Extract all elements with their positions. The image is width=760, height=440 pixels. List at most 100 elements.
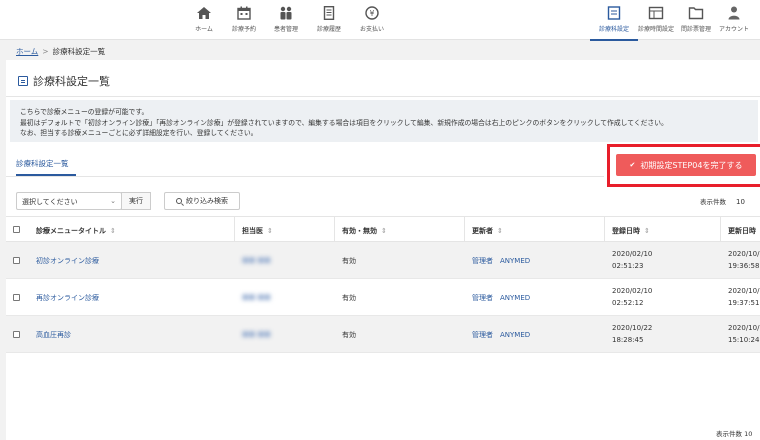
yen-coin-icon: ¥ [365,6,379,20]
sort-icon: ⇕ [110,227,116,235]
header-doctor[interactable]: 担当医 ⇕ [242,226,273,236]
top-navigation: ホーム 診療予約 患者管理 診療履歴 ¥ お支払い 診療科設定 診療時間設定 問… [0,0,760,41]
highlight-frame: ✔ 初期設定STEP04を完了する [607,144,760,187]
header-registered[interactable]: 登録日時 ⇕ [612,226,650,236]
column-divider [720,217,721,243]
updated-date: 2020/10/ [728,250,760,258]
sort-icon: ⇕ [267,227,273,235]
per-page-control: 表示件数 10 [700,196,745,206]
row-title-link[interactable]: 再診オンライン診療 [36,293,99,303]
updated-time: 19:37:51 [728,299,760,307]
run-button[interactable]: 実行 [121,192,151,210]
updater-link[interactable]: 管理者 ANYMED [472,256,530,266]
header-doctor-label: 担当医 [242,227,263,235]
updater-link[interactable]: 管理者 ANYMED [472,293,530,303]
doctor-name-redacted: ■■ ■■ [242,330,271,338]
folder-icon [688,7,704,20]
check-icon: ✔ [629,161,636,169]
column-divider [334,217,335,243]
table-row[interactable]: 再診オンライン診療 ■■ ■■ 有効 管理者 ANYMED 2020/02/10… [6,279,760,316]
registered-time: 02:51:23 [612,262,644,270]
table-row[interactable]: 初診オンライン診療 ■■ ■■ 有効 管理者 ANYMED 2020/02/10… [6,242,760,279]
bulk-action-select[interactable]: 選択してください ⌄ [16,192,122,210]
nav-payments-label: お支払い [359,26,384,33]
svg-text:¥: ¥ [370,9,375,18]
registered-date: 2020/10/22 [612,324,653,332]
row-checkbox[interactable] [13,331,20,338]
select-all-checkbox[interactable] [13,226,20,233]
registered-date: 2020/02/10 [612,250,653,258]
status-text: 有効 [342,331,356,339]
header-updater-label: 更新者 [472,227,493,235]
notice-line: こちらで診療メニューの登録が可能です。 [20,108,149,116]
header-status-label: 有効・無効 [342,227,377,235]
row-title-link[interactable]: 初診オンライン診療 [36,256,99,266]
search-icon [176,198,182,204]
row-checkbox[interactable] [13,294,20,301]
complete-step04-label: 初期設定STEP04を完了する [640,160,743,170]
doctor-name-redacted: ■■ ■■ [242,293,271,301]
status-text: 有効 [342,294,356,302]
list-icon [18,76,28,86]
notice-line: なお、担当する診療メニューごとに必ず詳細設定を行い、登録してください。 [20,129,258,137]
nav-payments[interactable]: ¥ お支払い [342,6,402,34]
updated-datetime: 2020/10/15:10:24 [728,322,759,346]
header-title[interactable]: 診療メニュータイトル ⇕ [36,226,116,236]
nav-account-label: アカウント [718,26,749,33]
per-page-value[interactable]: 10 [736,198,745,206]
patients-icon [280,6,292,20]
registered-time: 02:52:12 [612,299,644,307]
registered-date: 2020/02/10 [612,287,653,295]
doctor-name-redacted: ■■ ■■ [242,256,271,264]
schedule-icon [648,6,664,20]
registered-datetime: 2020/02/10 02:52:12 [612,285,652,309]
tab-department-list[interactable]: 診療科設定一覧 [16,158,69,169]
header-title-label: 診療メニュータイトル [36,227,106,235]
title-divider [6,96,760,97]
column-divider [604,217,605,243]
nav-account[interactable]: アカウント [704,6,760,34]
header-status[interactable]: 有効・無効 ⇕ [342,226,387,236]
home-icon [197,7,211,19]
table-row[interactable]: 高血圧再診 ■■ ■■ 有効 管理者 ANYMED 2020/10/22 18:2… [6,316,760,353]
filter-search-label: 絞り込み検索 [186,197,228,205]
header-updater[interactable]: 更新者 ⇕ [472,226,503,236]
updated-time: 15:10:24 [728,336,760,344]
filter-search-button[interactable]: 絞り込み検索 [164,192,240,210]
breadcrumb-separator: > [42,47,49,56]
breadcrumb-current: 診療科設定一覧 [52,47,106,56]
main-content: 診療科設定一覧 こちらで診療メニューの登録が可能です。 最初はデフォルトで「初診… [6,60,760,440]
notice-line: 最初はデフォルトで「初診オンライン診療」「再診オンライン診療」が登録されています… [20,118,668,127]
nav-history-label: 診療履歴 [316,26,341,33]
page-title: 診療科設定一覧 [18,73,110,89]
registered-datetime: 2020/02/10 02:51:23 [612,248,652,272]
footer-per-page-value[interactable]: 10 [744,430,752,438]
sort-icon: ⇕ [644,227,650,235]
header-registered-label: 登録日時 [612,227,640,235]
notice-box: こちらで診療メニューの登録が可能です。 最初はデフォルトで「初診オンライン診療」… [10,100,758,142]
header-updated[interactable]: 更新日時 [728,226,756,236]
registered-datetime: 2020/10/22 18:28:45 [612,322,652,346]
nav-department-settings-label: 診療科設定 [598,26,629,33]
calendar-icon [237,6,251,20]
registered-time: 18:28:45 [612,336,644,344]
row-checkbox[interactable] [13,257,20,264]
sort-icon: ⇕ [381,227,387,235]
footer-per-page: 表示件数 10 [716,428,752,438]
user-icon [728,6,740,20]
complete-step04-button[interactable]: ✔ 初期設定STEP04を完了する [616,154,756,176]
nav-appointments-label: 診療予約 [231,26,256,33]
nav-patients-label: 患者管理 [273,26,298,33]
breadcrumb-home-link[interactable]: ホーム [16,47,38,56]
updated-time: 19:36:58 [728,262,760,270]
nav-home-label: ホーム [195,26,213,33]
per-page-label: 表示件数 [700,198,726,206]
breadcrumb: ホーム > 診療科設定一覧 [16,46,105,57]
updater-link[interactable]: 管理者 ANYMED [472,330,530,340]
row-title-link[interactable]: 高血圧再診 [36,330,71,340]
tab-divider [6,176,604,177]
updated-date: 2020/10/ [728,324,760,332]
bulk-action-value: 選択してください [22,198,78,206]
updated-date: 2020/10/ [728,287,760,295]
table-header: 診療メニュータイトル ⇕ 担当医 ⇕ 有効・無効 ⇕ 更新者 ⇕ 登録日時 ⇕ 更新日時 [6,216,760,243]
